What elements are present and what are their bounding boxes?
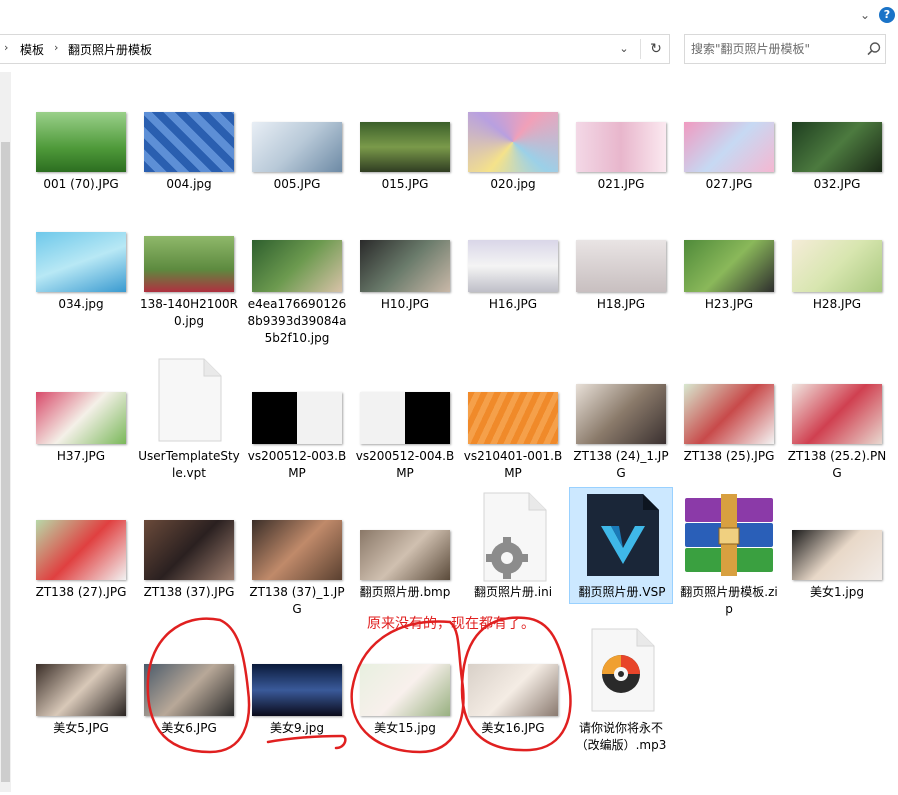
annotation-marker-circles <box>146 616 572 754</box>
